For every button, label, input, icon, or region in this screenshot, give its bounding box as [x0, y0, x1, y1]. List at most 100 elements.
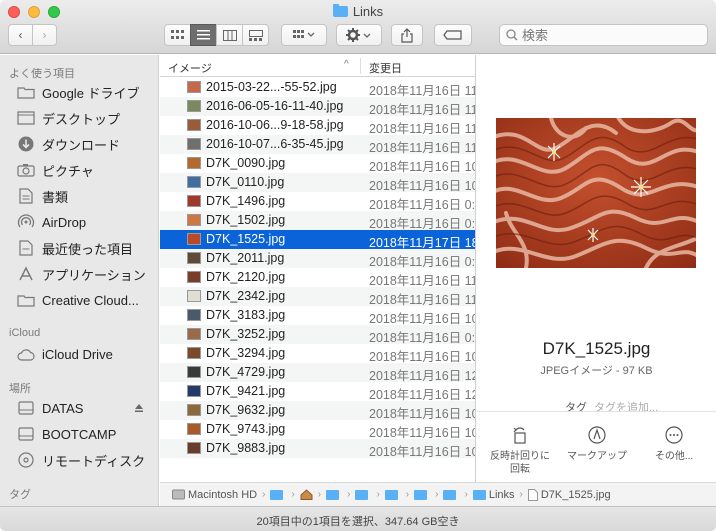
image-thumbnail-icon [187, 309, 201, 321]
list-item[interactable]: D7K_2011.jpg 2018年11月16日 0:1 [160, 249, 475, 269]
preview-file-name: D7K_1525.jpg [542, 339, 651, 358]
file-name: D7K_3183.jpg [206, 308, 286, 322]
path-item-file[interactable]: D7K_1525.jpg [527, 488, 611, 501]
document-icon [16, 188, 35, 205]
forward-button[interactable]: › [32, 24, 57, 46]
sidebar-item-documents[interactable]: 書類 [16, 184, 156, 208]
list-item[interactable]: D7K_3252.jpg 2018年11月16日 0:2 [160, 325, 475, 345]
list-item[interactable]: D7K_2342.jpg 2018年11月16日 11: [160, 287, 475, 307]
sidebar-item-applications[interactable]: アプリケーション [16, 262, 156, 286]
column-view-button[interactable] [216, 24, 243, 46]
file-name: 2015-03-22...-55-52.jpg [206, 80, 337, 94]
file-name: D7K_9743.jpg [206, 422, 286, 436]
list-item[interactable]: 2016-10-06...9-18-58.jpg2018年11月16日 11:5 [160, 116, 475, 136]
sidebar-item-label: AirDrop [42, 214, 87, 230]
preview-tags-field[interactable]: タグを追加... [594, 399, 658, 415]
column-divider[interactable] [360, 58, 361, 74]
list-item[interactable]: D7K_9743.jpg 2018年11月16日 10: [160, 420, 475, 440]
more-button[interactable]: その他... [634, 426, 714, 463]
desktop-icon [16, 110, 35, 127]
list-item[interactable]: D7K_9632.jpg 2018年11月16日 10: [160, 401, 475, 421]
file-name: D7K_2120.jpg [206, 270, 286, 284]
gallery-view-button[interactable] [242, 24, 269, 46]
path-item-folder[interactable] [384, 489, 401, 500]
markup-button[interactable]: マークアップ [557, 426, 637, 463]
share-icon [401, 27, 413, 43]
sidebar-item-label: デスクトップ [42, 111, 121, 127]
sidebar-header-icloud: iCloud [9, 327, 41, 339]
list-item[interactable]: D7K_4729.jpg 2018年11月16日 12: [160, 363, 475, 383]
path-item-folder[interactable] [326, 489, 342, 500]
share-button[interactable] [391, 24, 423, 46]
column-header-name[interactable]: イメージ [168, 60, 212, 76]
search-field[interactable] [499, 24, 708, 46]
folder-icon [270, 489, 284, 500]
list-item[interactable]: D7K_9883.jpg 2018年11月16日 10: [160, 439, 475, 459]
column-header-date[interactable]: 変更日 [369, 60, 402, 76]
list-item[interactable]: 2015-03-22...-55-52.jpg2018年11月16日 11:5 [160, 78, 475, 98]
path-item-links[interactable]: Links [472, 489, 515, 501]
tag-button[interactable] [434, 24, 472, 46]
sidebar-item-icloud-drive[interactable]: iCloud Drive [16, 342, 156, 366]
list-item[interactable]: D7K_1496.jpg 2018年11月16日 0:2 [160, 192, 475, 212]
path-separator-icon: › [291, 489, 295, 500]
sidebar-item-pictures[interactable]: ピクチャ [16, 158, 156, 182]
list-item[interactable]: 2016-10-07...6-35-45.jpg2018年11月16日 11:5 [160, 135, 475, 155]
list-item[interactable]: D7K_0090.jpg 2018年11月16日 10: [160, 154, 475, 174]
sidebar-item-desktop[interactable]: デスクトップ [16, 106, 156, 130]
sidebar-item-label: BOOTCAMP [42, 426, 117, 442]
path-separator-icon: › [435, 489, 439, 500]
image-thumbnail-icon [187, 385, 201, 397]
path-separator-icon: › [317, 489, 322, 500]
list-lines-icon [197, 30, 210, 40]
list-item[interactable]: D7K_0110.jpg 2018年11月16日 10: [160, 173, 475, 193]
list-item[interactable]: D7K_2120.jpg 2018年11月16日 11: [160, 268, 475, 288]
list-item[interactable]: D7K_3183.jpg 2018年11月16日 10: [160, 306, 475, 326]
file-name: 2016-06-05-16-11-40.jpg [206, 99, 344, 113]
path-separator-icon: › [405, 489, 410, 500]
folder-icon [472, 489, 486, 500]
sidebar-item-bootcamp[interactable]: BOOTCAMP [16, 422, 156, 446]
file-name: D7K_2011.jpg [206, 251, 285, 265]
path-item-folder[interactable] [355, 489, 371, 500]
path-item-home[interactable] [300, 489, 313, 500]
sidebar-item-downloads[interactable]: ダウンロード [16, 132, 156, 156]
window-title-text: Links [352, 4, 384, 19]
sidebar-item-label: iCloud Drive [42, 346, 113, 362]
sidebar-item-label: DATAS [42, 400, 84, 416]
list-item[interactable]: D7K_1525.jpg 2018年11月17日 18: [160, 230, 475, 250]
list-item[interactable]: D7K_1502.jpg2018年11月16日 0:10 [160, 211, 475, 231]
path-item-folder[interactable] [414, 489, 430, 500]
list-view-button[interactable] [190, 24, 217, 46]
eject-icon[interactable] [134, 401, 144, 416]
sidebar-item-label: ダウンロード [42, 137, 121, 153]
path-item-folder[interactable] [270, 489, 286, 500]
list-item[interactable]: 2016-06-05-16-11-40.jpg2018年11月16日 11:5 [160, 97, 475, 117]
sidebar-item-recents[interactable]: 最近使った項目 [16, 236, 156, 260]
sidebar-item-label: リモートディスク [42, 453, 146, 469]
search-input[interactable] [522, 27, 702, 43]
sidebar: よく使う項目 Google ドライブ デスクトップ ダウンロード ピクチャ 書類… [0, 55, 159, 509]
status-text: 20項目中の1項目を選択、347.64 GB空き [256, 516, 460, 528]
sidebar-item-creative-cloud[interactable]: Creative Cloud... [16, 288, 156, 312]
sidebar-item-airdrop[interactable]: AirDrop [16, 210, 156, 234]
list-item[interactable]: D7K_3294.jpg 2018年11月16日 10: [160, 344, 475, 364]
gallery-icon [248, 29, 263, 41]
folder-icon [16, 292, 35, 309]
image-thumbnail-icon [187, 100, 201, 112]
image-thumbnail-icon [187, 366, 201, 378]
sidebar-item-remote-disc[interactable]: リモートディスク [16, 448, 156, 472]
tag-icon [443, 30, 462, 40]
back-button[interactable]: ‹ [8, 24, 33, 46]
path-item-macintosh-hd[interactable]: Macintosh HD [172, 489, 257, 501]
group-menu-button[interactable] [281, 24, 327, 46]
icon-view-button[interactable] [164, 24, 191, 46]
list-item[interactable]: D7K_9421.jpg 2018年11月16日 12: [160, 382, 475, 402]
action-menu-button[interactable] [336, 24, 382, 46]
sidebar-item-google-drive[interactable]: Google ドライブ [16, 80, 156, 104]
sidebar-item-datas[interactable]: DATAS [16, 396, 156, 420]
sidebar-header-locations: 場所 [9, 383, 31, 395]
path-item-folder[interactable] [443, 489, 459, 500]
rotate-left-button[interactable]: 反時計回りに 回転 [480, 426, 560, 476]
file-name: D7K_2342.jpg [206, 289, 286, 303]
